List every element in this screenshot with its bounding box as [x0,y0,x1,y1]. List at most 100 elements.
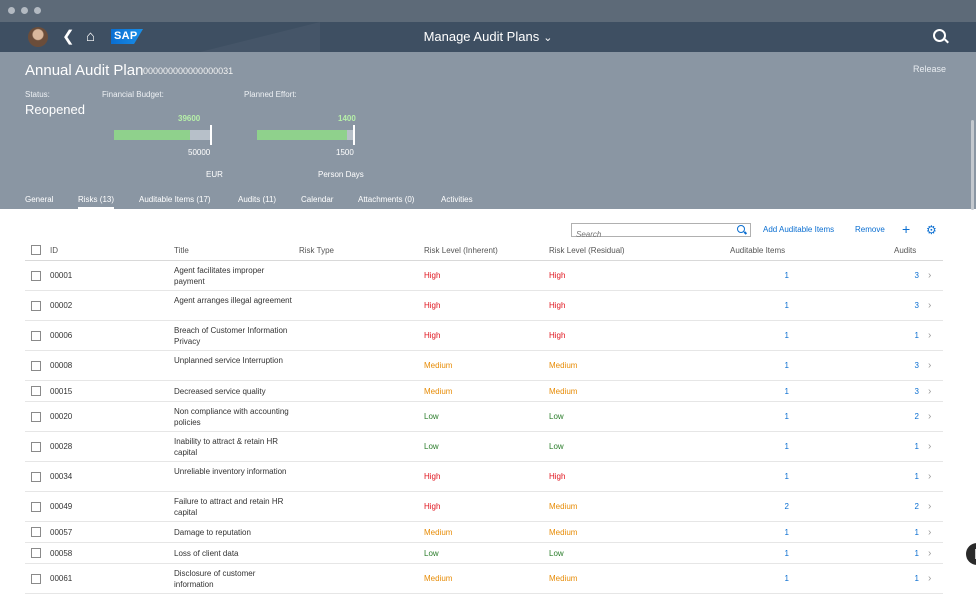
row-risk-level-residual: Low [549,442,564,451]
row-auditable-items-link[interactable]: 1 [725,548,789,559]
row-checkbox[interactable] [31,330,41,341]
row-id: 00008 [50,361,73,370]
table-header: ID Title Risk Type Risk Level (Inherent)… [25,240,943,261]
row-auditable-items-link[interactable]: 1 [725,386,789,397]
col-id[interactable]: ID [50,246,58,255]
search-input[interactable] [572,228,730,241]
chevron-right-icon[interactable]: › [928,360,931,371]
row-auditable-items-link[interactable]: 1 [725,527,789,538]
table-row[interactable]: 00002 Agent arranges illegal agreement Hig… [25,291,943,321]
tab-general[interactable]: General [25,195,53,204]
effort-bar-marker [353,125,355,145]
chevron-right-icon[interactable]: › [928,548,931,559]
table-row[interactable]: 00028 Inability to attract & retain HR ca… [25,432,943,462]
col-risk-type[interactable]: Risk Type [299,246,334,255]
tab-bar: General Risks (13) Auditable Items (17) … [0,195,976,211]
row-auditable-items-link[interactable]: 1 [725,360,789,371]
table-row[interactable]: 00015 Decreased service quality Medium Medi… [25,381,943,402]
row-auditable-items-link[interactable]: 1 [725,270,789,281]
table-row[interactable]: 00057 Damage to reputation Medium Medium 1 1 › [25,522,943,543]
row-risk-level-residual: High [549,472,566,481]
window-maximize-dot[interactable] [34,7,41,14]
row-checkbox[interactable] [31,270,41,281]
row-risk-level-inherent: Medium [424,574,453,583]
row-id: 00049 [50,502,73,511]
window-close-dot[interactable] [8,7,15,14]
row-risk-level-inherent: High [424,271,441,280]
row-audits-link[interactable]: 1 [865,471,919,482]
release-button[interactable]: Release [913,64,946,74]
app-title[interactable]: Manage Audit Plans ⌄ [0,29,976,44]
table-row[interactable]: 00058 Loss of client data Low Low 1 1 › [25,543,943,564]
tab-activities[interactable]: Activities [441,195,473,204]
row-checkbox[interactable] [31,548,41,558]
row-checkbox[interactable] [31,300,41,311]
row-checkbox[interactable] [31,501,41,512]
table-row[interactable]: 00001 Agent facilitates improper payment H… [25,261,943,291]
search-field[interactable] [571,223,751,241]
tab-auditable-items[interactable]: Auditable Items (17) [139,195,211,204]
row-audits-link[interactable]: 1 [865,548,919,559]
gear-icon[interactable]: ⚙ [926,222,937,238]
row-checkbox[interactable] [31,527,41,537]
table-row[interactable]: 00049 Failure to attract and retain HR ca… [25,492,943,522]
row-audits-link[interactable]: 1 [865,441,919,452]
tab-attachments[interactable]: Attachments (0) [358,195,414,204]
col-title[interactable]: Title [174,246,189,255]
col-risk-level-residual[interactable]: Risk Level (Residual) [549,246,625,255]
chevron-right-icon[interactable]: › [928,573,931,584]
scrollbar[interactable] [971,120,974,210]
row-auditable-items-link[interactable]: 1 [725,471,789,482]
row-checkbox[interactable] [31,441,41,452]
chevron-right-icon[interactable]: › [928,527,931,538]
row-audits-link[interactable]: 1 [865,330,919,341]
row-checkbox[interactable] [31,471,41,482]
tab-calendar[interactable]: Calendar [301,195,333,204]
row-auditable-items-link[interactable]: 1 [725,411,789,422]
chevron-right-icon[interactable]: › [928,471,931,482]
remove-button[interactable]: Remove [855,225,885,234]
add-auditable-items-button[interactable]: Add Auditable Items [763,225,834,234]
table-row[interactable]: 00034 Unreliable inventory information Hig… [25,462,943,492]
col-audits[interactable]: Audits [894,246,916,255]
table-row[interactable]: 00006 Breach of Customer Information Priv… [25,321,943,351]
table-row[interactable]: 00061 Disclosure of customer information M… [25,564,943,594]
tab-audits[interactable]: Audits (11) [238,195,276,204]
chevron-right-icon[interactable]: › [928,386,931,397]
row-audits-link[interactable]: 2 [865,411,919,422]
select-all-checkbox[interactable] [31,245,41,255]
search-icon[interactable] [737,225,745,233]
chevron-right-icon[interactable]: › [928,330,931,341]
row-checkbox[interactable] [31,386,41,396]
col-auditable-items[interactable]: Auditable Items [730,246,785,255]
row-audits-link[interactable]: 3 [865,300,919,311]
row-audits-link[interactable]: 3 [865,270,919,281]
row-audits-link[interactable]: 1 [865,527,919,538]
search-icon[interactable] [933,29,946,42]
chevron-right-icon[interactable]: › [928,501,931,512]
row-auditable-items-link[interactable]: 1 [725,573,789,584]
row-checkbox[interactable] [31,411,41,422]
chevron-right-icon[interactable]: › [928,441,931,452]
table-row[interactable]: 00008 Unplanned service Interruption Mediu… [25,351,943,381]
row-checkbox[interactable] [31,573,41,584]
plus-icon[interactable]: + [902,221,910,237]
table-row[interactable]: 00020 Non compliance with accounting poli… [25,402,943,432]
window-minimize-dot[interactable] [21,7,28,14]
floating-action-button[interactable] [966,543,976,565]
row-checkbox[interactable] [31,360,41,371]
chevron-right-icon[interactable]: › [928,411,931,422]
chevron-right-icon[interactable]: › [928,300,931,311]
row-audits-link[interactable]: 2 [865,501,919,512]
row-auditable-items-link[interactable]: 1 [725,441,789,452]
chevron-right-icon[interactable]: › [928,270,931,281]
status-value: Reopened [25,102,85,117]
col-risk-level-inherent[interactable]: Risk Level (Inherent) [424,246,498,255]
row-audits-link[interactable]: 3 [865,386,919,397]
row-audits-link[interactable]: 3 [865,360,919,371]
row-auditable-items-link[interactable]: 1 [725,330,789,341]
tab-risks[interactable]: Risks (13) [78,195,115,209]
row-audits-link[interactable]: 1 [865,573,919,584]
row-auditable-items-link[interactable]: 2 [725,501,789,512]
row-auditable-items-link[interactable]: 1 [725,300,789,311]
